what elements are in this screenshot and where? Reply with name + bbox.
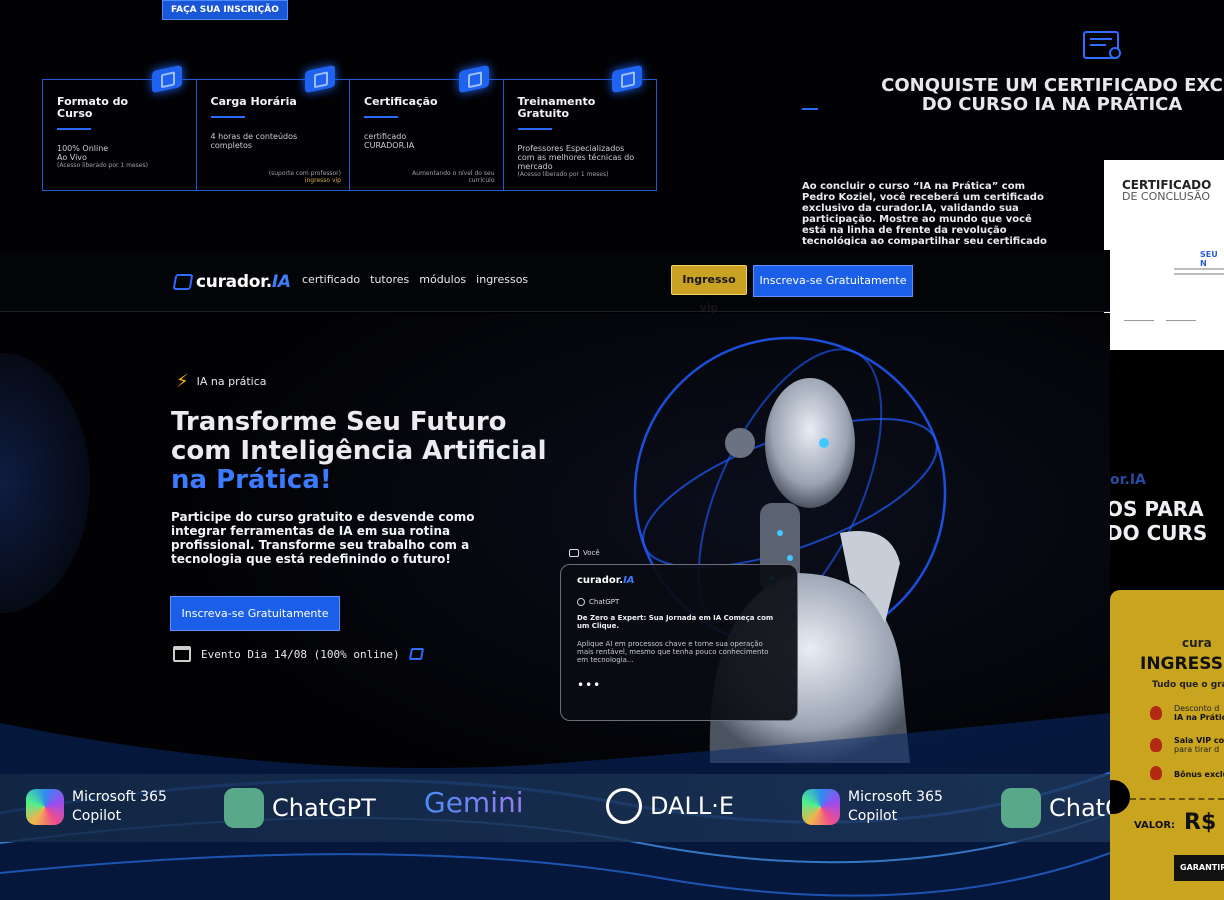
ticket-notch bbox=[1110, 780, 1130, 814]
certificate-preview-name: SEU N bbox=[1200, 250, 1218, 268]
background-glow bbox=[0, 353, 90, 613]
brand-gemini: Gemini bbox=[424, 786, 524, 819]
certificate-preview-subtitle: DE CONCLUSÃO bbox=[1122, 190, 1210, 203]
copilot-icon bbox=[802, 789, 840, 825]
chatgpt-icon bbox=[224, 788, 264, 828]
chat-user-label: Você bbox=[569, 549, 600, 557]
chat-body: Aplique AI em processos chave e torne su… bbox=[577, 640, 769, 664]
certificate-preview: CERTIFICADO DE CONCLUSÃO SEU N bbox=[1104, 160, 1224, 350]
info-cards: Formato do Curso 100% Online Ao Vivo (Ac… bbox=[42, 64, 657, 191]
event-info: Evento Dia 14/08 (100% online) bbox=[173, 646, 424, 662]
info-card-title: Formato do Curso bbox=[57, 95, 129, 120]
nav-links: certificado tutores módulos ingressos bbox=[302, 273, 528, 286]
chat-card-logo: curador.IA bbox=[577, 575, 635, 586]
info-card-small: (Acesso liberado por 1 meses) bbox=[517, 171, 609, 178]
logo[interactable]: curador.IA bbox=[172, 272, 291, 292]
hero-title: Transforme Seu Futuro com Inteligência A… bbox=[171, 407, 547, 495]
price-value: R$ bbox=[1184, 810, 1217, 835]
certificate-title: CONQUISTE UM CERTIFICADO EXC DO CURSO IA… bbox=[881, 76, 1223, 114]
tickets-panel: or.IA OS PARA DO CURS cura INGRESS Tudo … bbox=[1110, 350, 1224, 900]
medal-icon bbox=[1150, 706, 1162, 720]
lightning-icon: ⚡ bbox=[176, 371, 189, 392]
training-icon bbox=[612, 64, 642, 94]
chat-model: ChatGPT bbox=[577, 598, 781, 606]
info-card-small: (Acesso liberado por 1 meses) bbox=[57, 162, 148, 169]
info-card-title: Carga Horária bbox=[210, 95, 297, 108]
chat-bubble-icon bbox=[569, 549, 579, 557]
ticket-divider bbox=[1130, 798, 1224, 800]
clock-icon bbox=[305, 64, 335, 94]
hero-subtitle: Participe do curso gratuito e desvende c… bbox=[171, 510, 475, 566]
logo-mark-icon bbox=[408, 648, 424, 660]
hero-section: ⚡ IA na prática Transforme Seu Futuro co… bbox=[0, 313, 1110, 900]
ticket-benefit: Sala VIP co para tirar d bbox=[1174, 736, 1224, 754]
certificate-icon bbox=[1083, 31, 1121, 59]
brand-copilot: Microsoft 365 Copilot bbox=[26, 788, 167, 826]
brand-chatgpt: ChatG bbox=[1001, 788, 1110, 828]
info-card-title: Treinamento Gratuito bbox=[517, 95, 596, 120]
copilot-icon bbox=[26, 789, 64, 825]
info-card-text: 100% Online Ao Vivo bbox=[57, 144, 109, 162]
info-card-certification: Certificação certificado CURADOR.IA Aume… bbox=[350, 64, 504, 190]
divider bbox=[57, 128, 91, 130]
hero-tag: ⚡ IA na prática bbox=[176, 371, 267, 392]
openai-icon bbox=[606, 788, 642, 824]
brand-chatgpt: ChatGPT bbox=[224, 788, 376, 828]
signature-line bbox=[1124, 320, 1154, 321]
nav-link-tutores[interactable]: tutores bbox=[370, 273, 409, 286]
openai-icon bbox=[577, 598, 585, 606]
divider bbox=[210, 116, 245, 118]
panel-logo: or.IA bbox=[1110, 472, 1146, 488]
ticket-subheading: Tudo que o gra bbox=[1152, 680, 1224, 690]
info-card-text: 4 horas de conteúdos completos bbox=[210, 132, 298, 150]
panel-title: OS PARA DO CURS bbox=[1110, 497, 1208, 545]
signature-line bbox=[1166, 320, 1196, 321]
chat-headline: De Zero a Expert: Sua Jornada em IA Come… bbox=[577, 614, 774, 630]
ticket-card: cura INGRESS Tudo que o gra Desconto d IA… bbox=[1110, 590, 1224, 900]
brand-copilot: Microsoft 365 Copilot bbox=[802, 788, 943, 826]
vip-ticket-button[interactable]: Ingresso vip bbox=[671, 265, 747, 314]
info-card-text: Professores Especializados com as melhor… bbox=[517, 144, 635, 171]
divider bbox=[364, 116, 398, 118]
ticket-logo: cura bbox=[1182, 636, 1212, 650]
divider bbox=[517, 128, 552, 130]
info-card-title: Certificação bbox=[364, 95, 438, 108]
info-card-note: Aumentando o nível do seu currículo bbox=[412, 170, 495, 184]
medal-icon bbox=[1150, 738, 1162, 752]
signup-button-hero[interactable]: Inscreva-se Gratuitamente bbox=[170, 596, 340, 631]
nav-link-ingressos[interactable]: ingressos bbox=[476, 273, 528, 286]
partner-logos: Microsoft 365 Copilot ChatGPT Gemini DALL… bbox=[0, 774, 1110, 842]
certificate-icon bbox=[458, 64, 489, 94]
typing-dots: ••• bbox=[577, 678, 602, 692]
ticket-heading: INGRESS bbox=[1140, 654, 1223, 674]
brand-dalle: DALL·E bbox=[606, 788, 734, 824]
info-card-text: certificado CURADOR.IA bbox=[364, 132, 415, 150]
nav-link-modulos[interactable]: módulos bbox=[419, 273, 466, 286]
info-card-workload: Carga Horária 4 horas de conteúdos compl… bbox=[197, 64, 350, 190]
medal-icon bbox=[1150, 766, 1162, 780]
features-section: FAÇA SUA INSCRIÇÃO Formato do Curso 100%… bbox=[0, 0, 1224, 350]
info-card-note: (suporte com professor) ingresso vip bbox=[268, 170, 341, 184]
signup-button-top[interactable]: FAÇA SUA INSCRIÇÃO bbox=[162, 0, 288, 20]
info-card-training: Treinamento Gratuito Professores Especia… bbox=[504, 64, 657, 190]
signup-button-nav[interactable]: Inscreva-se Gratuitamente bbox=[753, 265, 913, 297]
info-card-format: Formato do Curso 100% Online Ao Vivo (Ac… bbox=[43, 64, 197, 190]
course-icon bbox=[151, 64, 182, 94]
calendar-icon bbox=[173, 646, 191, 662]
certificate-description: Ao concluir o curso “IA na Prática” com … bbox=[802, 181, 1047, 245]
nav-link-certificado[interactable]: certificado bbox=[302, 273, 360, 286]
buy-ticket-button[interactable]: GARANTIR bbox=[1174, 855, 1224, 881]
chatgpt-icon bbox=[1001, 788, 1041, 828]
logo-mark-icon bbox=[172, 274, 194, 290]
ticket-benefit: Bônus exclu bbox=[1174, 770, 1224, 779]
ticket-benefit: Desconto d IA na Prátic bbox=[1174, 704, 1224, 722]
price-label: VALOR: bbox=[1134, 820, 1176, 831]
navbar: curador.IA certificado tutores módulos i… bbox=[0, 250, 1110, 314]
certificate-preview-lines bbox=[1174, 268, 1224, 278]
divider bbox=[802, 108, 818, 110]
